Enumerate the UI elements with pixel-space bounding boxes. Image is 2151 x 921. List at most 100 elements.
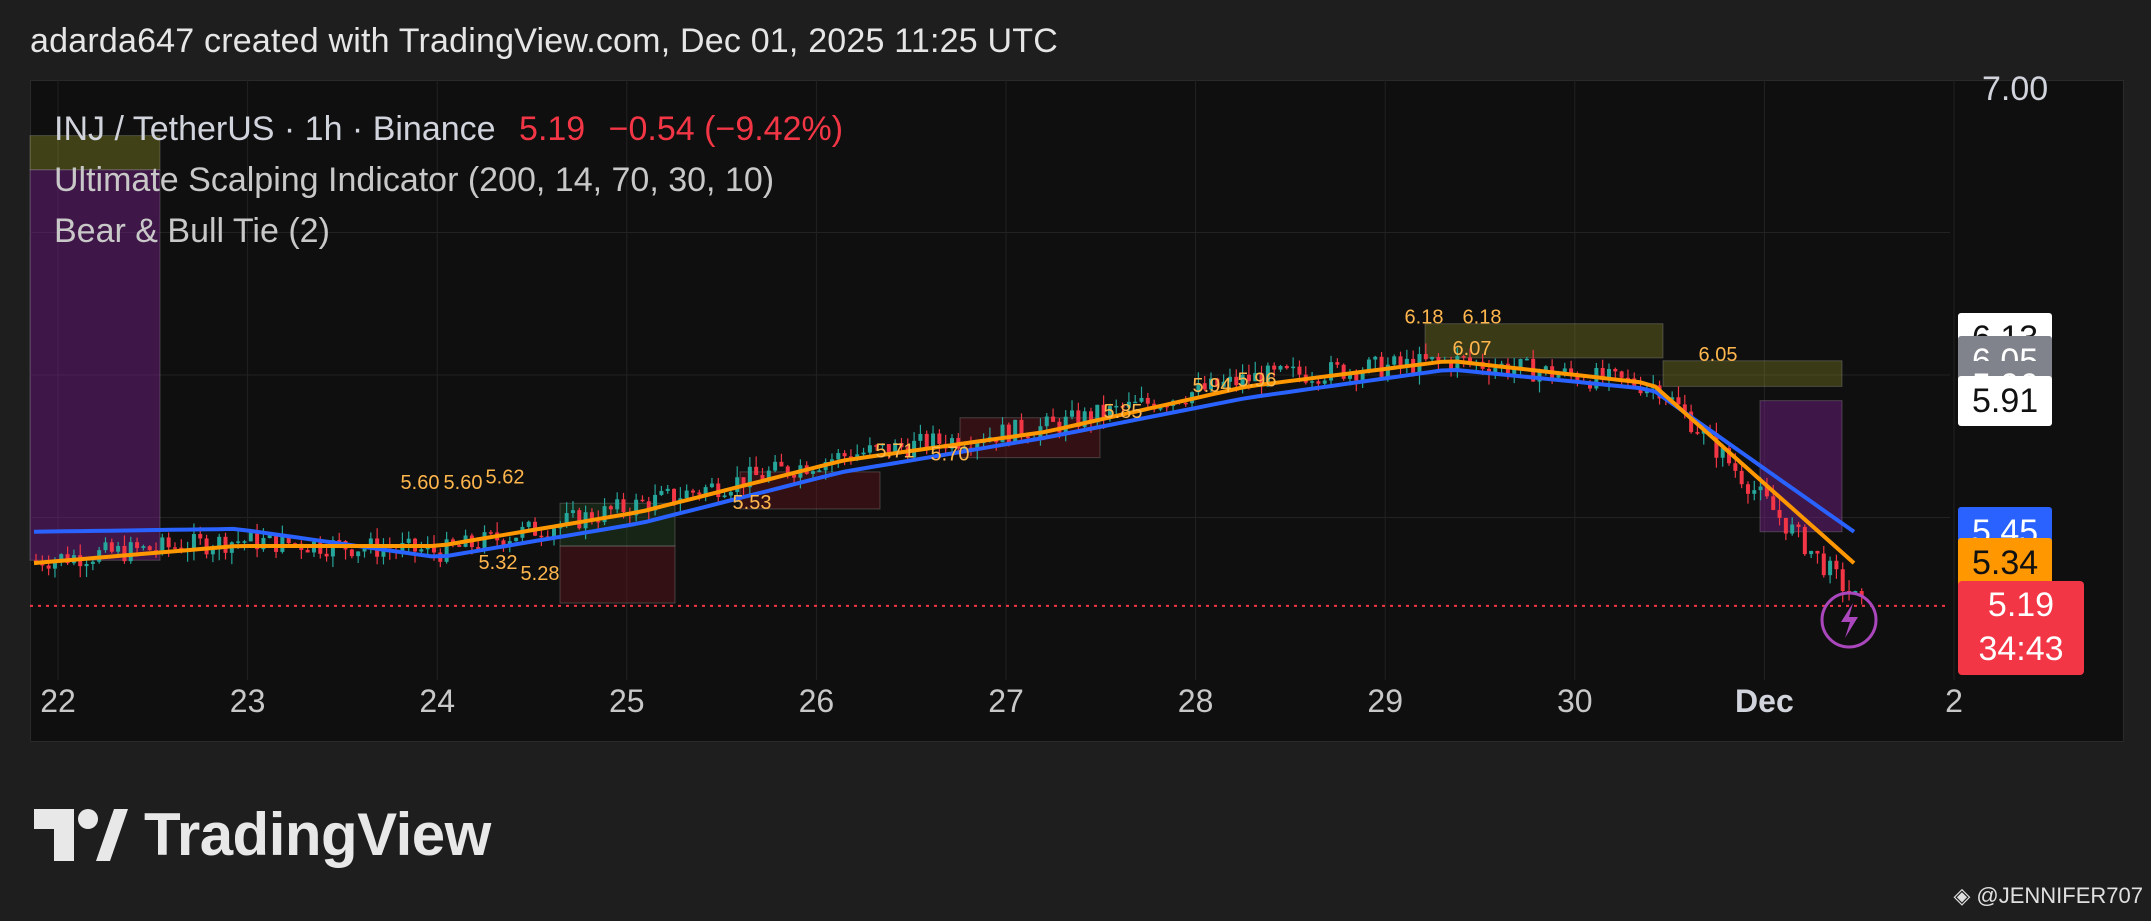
candle-body	[128, 542, 133, 562]
candle-body	[1758, 486, 1763, 491]
price-axis-tag: 5.91	[1958, 375, 2053, 426]
value-label: 5.28	[521, 563, 560, 585]
candle-body	[672, 488, 677, 503]
value-label: 5.96	[1238, 369, 1277, 391]
candle-body	[116, 545, 121, 552]
candle-body	[1777, 509, 1782, 518]
value-label: 5.60	[401, 472, 440, 494]
candle-body	[198, 534, 203, 539]
value-label: 5.70	[931, 444, 970, 466]
candle-body	[172, 547, 177, 549]
watermark-text: @JENNIFER707	[1976, 883, 2143, 908]
candle-body	[1322, 380, 1327, 384]
candle-body	[1341, 364, 1346, 379]
candle-body	[1398, 356, 1403, 366]
candle-body	[457, 544, 462, 547]
candle-body	[1524, 358, 1529, 361]
candle-body	[236, 541, 241, 543]
candle-body	[46, 565, 51, 569]
candle-body	[1733, 463, 1738, 471]
candle-body	[1063, 416, 1068, 433]
candle-body	[141, 546, 146, 548]
time-tick-label: 30	[1557, 683, 1593, 719]
candle-body	[160, 537, 165, 551]
candle-body	[248, 531, 253, 542]
last-price-value: 5.19	[1987, 585, 2055, 624]
candle-body	[684, 490, 689, 499]
candle-body	[1297, 366, 1302, 375]
candle-body	[1821, 553, 1826, 576]
candle-body	[1070, 410, 1075, 417]
candle-body	[1802, 526, 1807, 555]
time-tick-label: 28	[1178, 683, 1214, 719]
tradingview-logo-icon	[34, 808, 128, 861]
time-tick-label: 24	[419, 683, 455, 719]
time-axis: 22 23 24 25 26 27 28 29 30 Dec 2	[40, 683, 1963, 719]
zone-box	[559, 545, 676, 604]
candle-body	[867, 445, 872, 453]
candle-body	[779, 461, 784, 467]
value-label: 6.18	[1405, 307, 1444, 329]
candle-body	[1430, 356, 1435, 360]
candle-body	[1183, 402, 1188, 405]
candle-body	[722, 495, 727, 498]
time-tick-label: 29	[1367, 683, 1403, 719]
candle-body	[1310, 381, 1315, 383]
candle-body	[690, 490, 695, 493]
time-tick-label: 22	[40, 683, 76, 719]
candle-body	[1291, 366, 1296, 369]
candle-body	[1783, 517, 1788, 534]
candle-body	[526, 521, 531, 527]
candle-body	[937, 433, 942, 444]
candle-body	[754, 466, 759, 475]
symbol-label[interactable]: INJ / TetherUS · 1h · Binance	[54, 110, 496, 148]
price-label: 5.19	[519, 110, 586, 148]
candle-body	[1392, 356, 1397, 365]
indicator-2-label[interactable]: Bear & Bull Tie (2)	[54, 206, 843, 257]
candle-body	[640, 499, 645, 502]
candle-body	[1025, 436, 1030, 439]
candle-body	[918, 433, 923, 441]
candle-body	[1423, 354, 1428, 360]
candle-body	[659, 490, 664, 495]
tradingview-logo[interactable]: TradingView	[34, 800, 491, 869]
candle-body	[204, 538, 209, 555]
candle-body	[1771, 496, 1776, 510]
candle-body	[709, 483, 714, 488]
last-price-tag: 5.19 34:43	[1958, 580, 2084, 675]
candle-body	[1840, 569, 1845, 591]
candle-body	[305, 549, 310, 553]
candle-body	[811, 471, 816, 474]
candle-body	[735, 477, 740, 493]
candle-body	[1739, 470, 1744, 485]
zone-box	[1759, 400, 1843, 533]
candle-body	[1695, 432, 1700, 434]
candle-body	[665, 488, 670, 491]
candle-body	[539, 535, 544, 538]
candle-body	[1006, 424, 1011, 444]
watermark: ◈ @JENNIFER707	[1953, 883, 2143, 909]
candle-body	[842, 453, 847, 457]
candle-body	[1145, 397, 1150, 404]
candle-body	[861, 452, 866, 455]
candle-body	[564, 513, 569, 524]
candle-body	[1051, 416, 1056, 422]
candle-body	[419, 549, 424, 552]
candle-body	[1613, 368, 1618, 372]
chart-legend: INJ / TetherUS · 1h · Binance 5.19 −0.54…	[54, 104, 843, 257]
value-label: 5.94	[1193, 375, 1232, 397]
candle-body	[90, 561, 95, 564]
candle-body	[1335, 362, 1340, 365]
value-label: 6.18	[1463, 307, 1502, 329]
time-tick-label: 2	[1945, 683, 1963, 719]
candle-body	[1013, 419, 1018, 444]
indicator-1-label[interactable]: Ultimate Scalping Indicator (200, 14, 70…	[54, 155, 843, 206]
candle-body	[697, 492, 702, 495]
diamond-icon: ◈	[1953, 883, 1971, 908]
candle-body	[836, 453, 841, 460]
candle-body	[615, 499, 620, 510]
candle-body	[1790, 524, 1795, 534]
time-tick-label: Dec	[1735, 683, 1794, 719]
value-label: 6.05	[1699, 344, 1738, 366]
candle-body	[488, 532, 493, 534]
